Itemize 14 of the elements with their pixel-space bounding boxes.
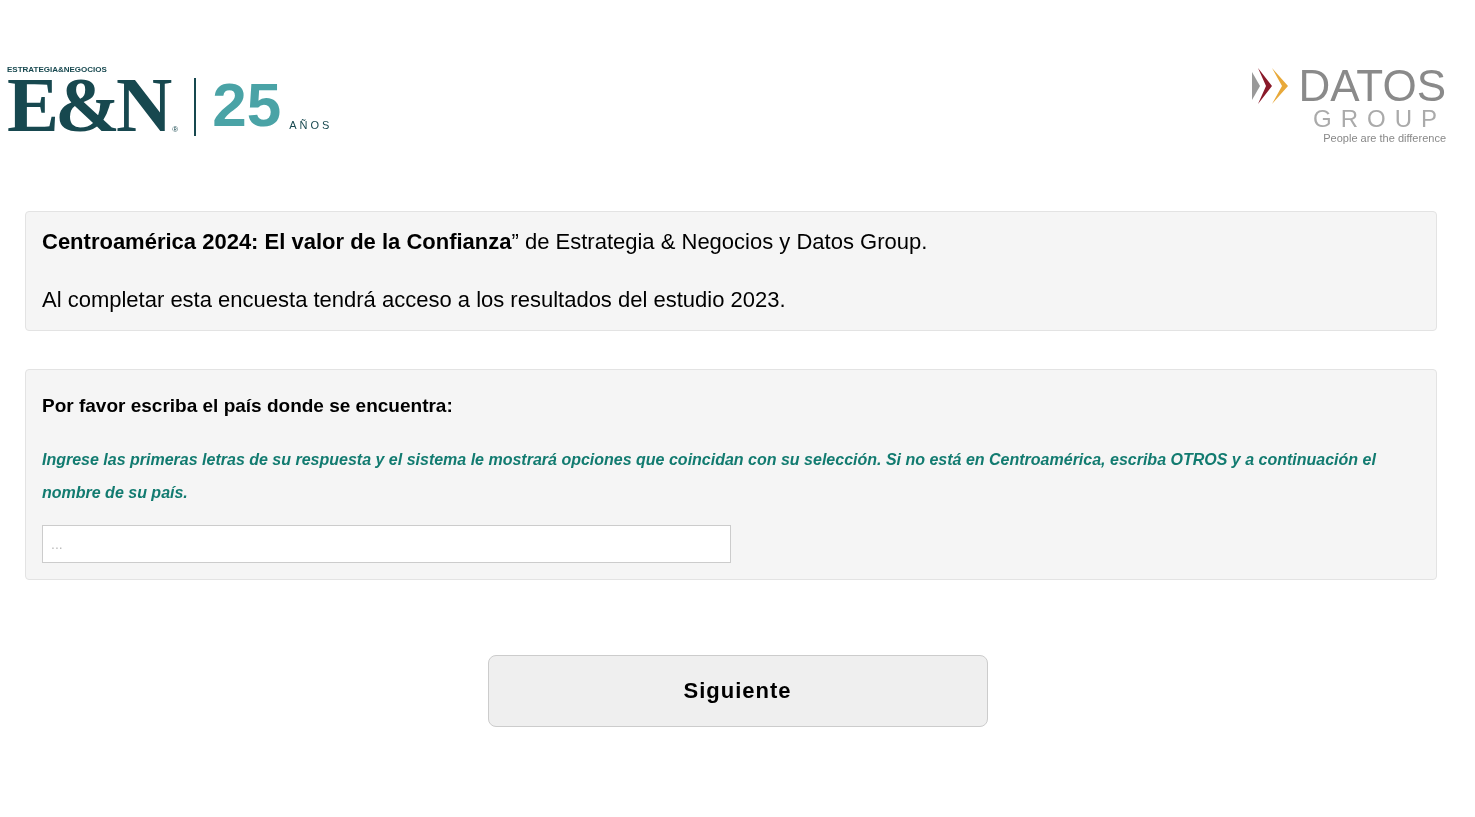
anniversary-number: 25: [212, 74, 282, 136]
logo-slogan: People are the difference: [1323, 132, 1446, 144]
help-text: Ingrese las primeras letras de su respuesta y el sistema le mostrará opciones que coincidan con su selección. Si no está en Centroamérica, escriba OTROS y a continuación el nombre de su país.: [42, 449, 1378, 503]
intro-text: Al completar esta encuesta tendrá acceso a los resultados del estudio 2023.: [42, 288, 787, 312]
anniversary-label: AÑOS: [289, 117, 333, 133]
logo-subword: GROUP: [1313, 106, 1446, 132]
country-input-field[interactable]: ...: [42, 524, 731, 563]
question-title: Por favor escriba el país donde se encuentra:: [42, 394, 454, 418]
intro-text: Centroamérica 2024: El valor de la Confianza” de Estrategia & Negocios y Datos Group.: [42, 230, 929, 254]
logo-wordmark: E&N: [7, 74, 169, 136]
registered-mark: ®: [172, 124, 179, 136]
logo-wordmark: DATOS: [1298, 66, 1446, 106]
next-button[interactable]: Siguiente: [487, 654, 988, 727]
logo-tagline: ESTRATEGIA&NEGOCIOS: [7, 66, 108, 74]
